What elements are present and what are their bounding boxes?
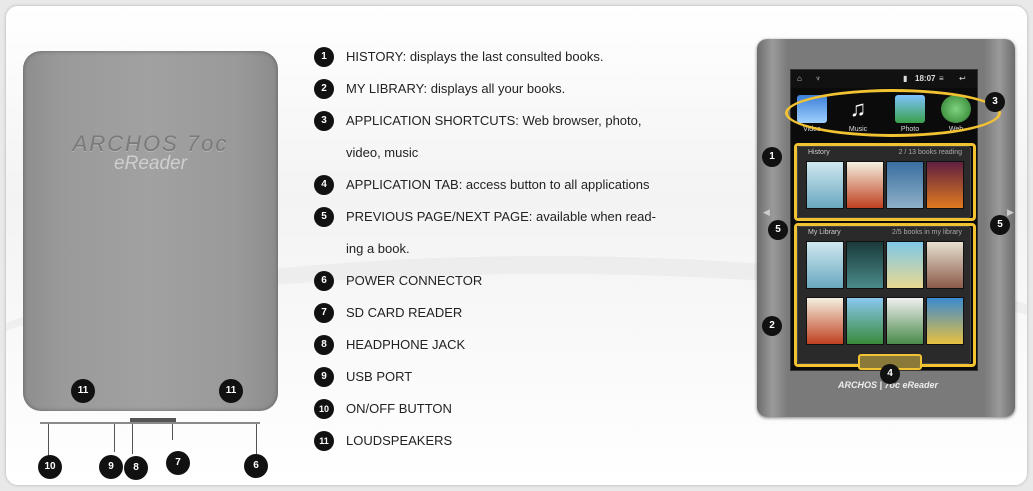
callout-8: 8: [124, 456, 148, 480]
legend-number: 6: [314, 271, 334, 291]
legend-item: 10 ON/OFF BUTTON: [314, 395, 754, 425]
callout-9: 9: [99, 455, 123, 479]
legend-item: 6 POWER CONNECTOR: [314, 267, 754, 297]
legend-text: LOUDSPEAKERS: [346, 433, 453, 448]
legend-text: SD CARD READER: [346, 305, 463, 320]
back-icon[interactable]: ↩: [959, 74, 966, 83]
callout-6: 6: [244, 454, 268, 478]
legend-item-continued: video, music: [314, 139, 754, 169]
menu-icon[interactable]: ≡: [939, 74, 944, 83]
sd-slot: [130, 418, 176, 422]
legend-number: 5: [314, 207, 334, 227]
callout-10: 10: [38, 455, 62, 479]
legend-item: 4 APPLICATION TAB: access button to all …: [314, 171, 754, 201]
callout-1: 1: [762, 147, 782, 167]
status-time: 18:07: [915, 74, 936, 83]
leader-7: [172, 424, 173, 440]
callout-11-right: 11: [219, 379, 243, 403]
legend-number: 2: [314, 79, 334, 99]
callout-2: 2: [762, 316, 782, 336]
legend-item: 8 HEADPHONE JACK: [314, 331, 754, 361]
library-highlight: [794, 223, 976, 367]
callout-4: 4: [880, 364, 900, 384]
device-back: ARCHOS 7oc eReader: [23, 51, 278, 411]
leader-9: [114, 424, 115, 452]
next-page-arrow-icon: ▶: [1007, 207, 1014, 217]
legend-item: 11 LOUDSPEAKERS: [314, 427, 754, 457]
leader-8: [132, 424, 133, 454]
legend-item: 9 USB PORT: [314, 363, 754, 393]
signal-icon: ▮: [903, 74, 908, 83]
legend-number: 10: [314, 399, 334, 419]
legend-text: MY LIBRARY: displays all your books.: [346, 81, 566, 96]
previous-page-arrow-icon: ◀: [763, 207, 770, 217]
legend-number: 8: [314, 335, 334, 355]
callout-11-left: 11: [71, 379, 95, 403]
history-highlight: [794, 143, 976, 221]
legend-item: 1 HISTORY: displays the last consulted b…: [314, 43, 754, 73]
status-bar: ⌂ ♆ ▮ 18:07 ≡ ↩: [791, 70, 977, 88]
legend-item: 2 MY LIBRARY: displays all your books.: [314, 75, 754, 105]
legend-text: HEADPHONE JACK: [346, 337, 466, 352]
device-back-subbrand: eReader: [114, 153, 187, 174]
legend-text: ON/OFF BUTTON: [346, 401, 452, 416]
callout-7: 7: [166, 451, 190, 475]
legend-number: 4: [314, 175, 334, 195]
legend-item: 5 PREVIOUS PAGE/NEXT PAGE: available whe…: [314, 203, 754, 233]
legend-text: POWER CONNECTOR: [346, 273, 483, 288]
leader-6: [256, 424, 257, 454]
legend-number: 1: [314, 47, 334, 67]
legend-item: 3 APPLICATION SHORTCUTS: Web browser, ph…: [314, 107, 754, 137]
legend-text: USB PORT: [346, 369, 413, 384]
legend-number: 11: [314, 431, 334, 451]
legend-text: APPLICATION SHORTCUTS: Web browser, phot…: [346, 113, 642, 128]
app-shortcuts-highlight: [785, 89, 1001, 137]
legend-text: video, music: [346, 145, 419, 160]
legend-text: ing a book.: [346, 241, 410, 256]
legend-item-continued: ing a book.: [314, 235, 754, 265]
home-icon[interactable]: ⌂: [797, 74, 802, 83]
callout-3: 3: [985, 92, 1005, 112]
callout-5-right: 5: [990, 215, 1010, 235]
legend-number: 7: [314, 303, 334, 323]
legend-text: PREVIOUS PAGE/NEXT PAGE: available when …: [346, 209, 656, 224]
callout-5-left: 5: [768, 220, 788, 240]
legend-number: 3: [314, 111, 334, 131]
legend-text: APPLICATION TAB: access button to all ap…: [346, 177, 650, 192]
wireless-icon: ♆: [815, 74, 821, 83]
legend-number: 9: [314, 367, 334, 387]
legend-text: HISTORY: displays the last consulted boo…: [346, 49, 604, 64]
legend-item: 7 SD CARD READER: [314, 299, 754, 329]
